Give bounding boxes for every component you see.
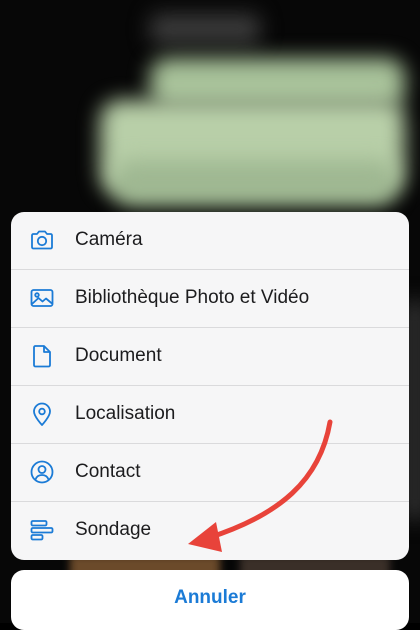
poll-icon <box>29 517 55 543</box>
option-label: Bibliothèque Photo et Vidéo <box>75 287 310 308</box>
blurred-header <box>150 14 260 44</box>
contact-icon <box>29 459 55 485</box>
option-label: Document <box>75 345 162 366</box>
attachment-action-sheet: Caméra Bibliothèque Photo et Vidéo Docum… <box>11 212 409 560</box>
option-photo-library[interactable]: Bibliothèque Photo et Vidéo <box>11 270 409 328</box>
option-camera[interactable]: Caméra <box>11 212 409 270</box>
option-label: Sondage <box>75 519 152 540</box>
blurred-message-bubble <box>115 160 395 205</box>
option-label: Localisation <box>75 403 176 424</box>
option-contact[interactable]: Contact <box>11 444 409 502</box>
option-label: Contact <box>75 461 141 482</box>
cancel-label: Annuler <box>174 587 246 608</box>
camera-icon <box>29 227 55 253</box>
option-location[interactable]: Localisation <box>11 386 409 444</box>
cancel-button[interactable]: Annuler <box>11 570 409 630</box>
option-poll[interactable]: Sondage <box>11 502 409 560</box>
option-document[interactable]: Document <box>11 328 409 386</box>
option-label: Caméra <box>75 229 143 250</box>
photo-library-icon <box>29 285 55 311</box>
location-pin-icon <box>29 401 55 427</box>
document-icon <box>29 343 55 369</box>
